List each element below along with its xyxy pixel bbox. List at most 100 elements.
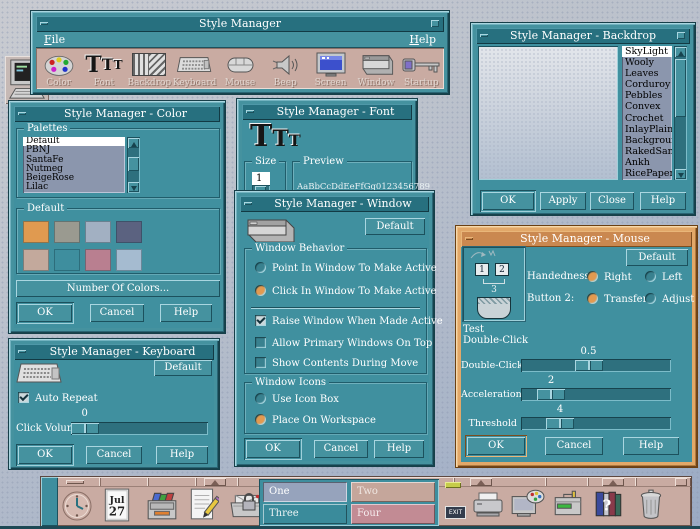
- window-menu-button[interactable]: [427, 16, 444, 32]
- window-dialog-titlebar[interactable]: Style Manager - Window: [240, 196, 429, 212]
- help-button[interactable]: Help: [160, 304, 212, 322]
- launcher-backdrop[interactable]: Backdrop: [127, 48, 172, 89]
- color-swatch[interactable]: [85, 249, 111, 271]
- point-in-window-radio[interactable]: Point In Window To Make Active: [255, 262, 437, 274]
- cancel-button[interactable]: Cancel: [90, 304, 144, 322]
- help-menu[interactable]: Help: [409, 33, 436, 46]
- scroll-down-icon[interactable]: [675, 169, 686, 179]
- launcher-beep[interactable]: Beep: [263, 48, 308, 89]
- default-button[interactable]: Default: [154, 360, 212, 376]
- place-on-workspace-radio[interactable]: Place On Workspace: [255, 414, 376, 426]
- launcher-mouse[interactable]: Mouse: [217, 48, 262, 89]
- subpanel-arrow-help[interactable]: [602, 478, 624, 486]
- backdrop-option[interactable]: Crochet: [622, 113, 672, 124]
- default-button[interactable]: Default: [626, 249, 688, 266]
- cancel-button[interactable]: Cancel: [545, 437, 603, 455]
- subpanel-arrow-printer[interactable]: [470, 478, 492, 486]
- palette-scrollbar[interactable]: [127, 137, 140, 193]
- cancel-button[interactable]: Cancel: [86, 446, 142, 464]
- click-in-window-radio[interactable]: Click In Window To Make Active: [255, 285, 436, 297]
- color-swatch[interactable]: [85, 221, 111, 243]
- handedness-left-radio[interactable]: Left: [645, 271, 682, 283]
- minimize-button[interactable]: [14, 106, 31, 122]
- ok-button[interactable]: OK: [18, 304, 72, 322]
- scroll-up-icon[interactable]: [128, 138, 139, 148]
- default-button[interactable]: Default: [365, 218, 425, 235]
- backdrop-option[interactable]: Leaves: [622, 68, 672, 79]
- panel-menu-button[interactable]: [675, 478, 687, 486]
- ok-button[interactable]: OK: [18, 446, 72, 464]
- auto-repeat-checkbox[interactable]: Auto Repeat: [18, 392, 98, 404]
- keyboard-titlebar[interactable]: Style Manager - Keyboard: [14, 344, 214, 360]
- color-swatch[interactable]: [54, 249, 80, 271]
- scroll-up-icon[interactable]: [675, 47, 686, 57]
- color-swatch[interactable]: [116, 249, 142, 271]
- clock-control[interactable]: [61, 489, 93, 527]
- backdrop-titlebar[interactable]: Style Manager - Backdrop: [476, 28, 690, 44]
- help-button[interactable]: Help: [156, 446, 208, 464]
- color-swatch[interactable]: [54, 221, 80, 243]
- backdrop-option[interactable]: Pebbles: [622, 90, 672, 101]
- applications-control[interactable]: [551, 489, 585, 523]
- workspace-three-button[interactable]: Three: [263, 504, 347, 524]
- launcher-font[interactable]: FTTT Font: [81, 48, 126, 89]
- number-of-colors-button[interactable]: Number Of Colors...: [16, 280, 220, 297]
- scroll-down-icon[interactable]: [128, 182, 139, 192]
- minimize-button[interactable]: [461, 231, 478, 247]
- exit-button[interactable]: EXIT: [445, 506, 466, 519]
- style-manager-control[interactable]: [509, 488, 545, 524]
- launcher-startup[interactable]: Startup: [399, 48, 444, 89]
- color-titlebar[interactable]: Style Manager - Color: [14, 106, 220, 122]
- panel-handle[interactable]: [66, 480, 84, 484]
- minimize-button[interactable]: [36, 16, 53, 32]
- printer-control[interactable]: [471, 490, 505, 524]
- backdrop-option[interactable]: SkyLight: [622, 46, 672, 57]
- subpanel-arrow-mail[interactable]: [204, 478, 226, 486]
- workspace-one-button[interactable]: One: [263, 482, 347, 502]
- show-contents-checkbox[interactable]: Show Contents During Move: [255, 357, 418, 369]
- launcher-keyboard[interactable]: Keyboard: [172, 48, 217, 89]
- minimize-button[interactable]: [476, 28, 493, 44]
- ok-button[interactable]: OK: [246, 440, 300, 458]
- text-editor-control[interactable]: [187, 486, 219, 526]
- workspace-four-button[interactable]: Four: [351, 504, 435, 524]
- acceleration-slider[interactable]: [521, 388, 671, 401]
- color-swatch[interactable]: [23, 249, 49, 271]
- size-option[interactable]: 1: [252, 172, 270, 185]
- font-titlebar[interactable]: Style Manager - Font: [242, 104, 412, 120]
- color-swatch[interactable]: [23, 221, 49, 243]
- backdrop-option[interactable]: RicePaper: [622, 168, 672, 179]
- minimize-button[interactable]: [240, 196, 257, 212]
- scrollbar-thumb[interactable]: [675, 59, 686, 117]
- calendar-control[interactable]: Jul 27: [103, 487, 131, 527]
- backdrop-scrollbar[interactable]: [674, 46, 687, 180]
- color-swatch[interactable]: [116, 221, 142, 243]
- slider-thumb[interactable]: [546, 418, 574, 429]
- launcher-screen[interactable]: Screen: [308, 48, 353, 89]
- window-menu-button[interactable]: [673, 28, 690, 44]
- backdrop-option[interactable]: Convex: [622, 101, 672, 112]
- style-manager-titlebar[interactable]: Style Manager: [36, 16, 444, 32]
- apply-button[interactable]: Apply: [540, 192, 586, 210]
- launcher-color[interactable]: Color: [36, 48, 81, 89]
- handedness-right-radio[interactable]: Right: [587, 271, 632, 283]
- help-button[interactable]: Help: [623, 437, 679, 455]
- slider-thumb[interactable]: [537, 389, 565, 400]
- mouse-titlebar[interactable]: Style Manager - Mouse: [461, 231, 692, 247]
- help-button[interactable]: Help: [374, 440, 424, 458]
- use-icon-box-radio[interactable]: Use Icon Box: [255, 393, 339, 405]
- ok-button[interactable]: OK: [467, 437, 525, 455]
- workspace-two-button[interactable]: Two: [351, 482, 435, 502]
- minimize-button[interactable]: [242, 104, 259, 120]
- backdrop-option[interactable]: Background: [622, 135, 672, 146]
- allow-primary-checkbox[interactable]: Allow Primary Windows On Top: [255, 337, 432, 349]
- backdrop-option[interactable]: Corduroy: [622, 79, 672, 90]
- file-menu[interactable]: File: [44, 33, 65, 46]
- launcher-window[interactable]: Window: [353, 48, 398, 89]
- scrollbar-thumb[interactable]: [128, 157, 139, 171]
- lock-icon[interactable]: [241, 492, 257, 512]
- double-click-test-area[interactable]: 1 2 3: [463, 247, 525, 321]
- click-volume-slider[interactable]: [71, 422, 208, 435]
- threshold-slider[interactable]: [521, 417, 671, 430]
- help-button[interactable]: Help: [640, 192, 686, 210]
